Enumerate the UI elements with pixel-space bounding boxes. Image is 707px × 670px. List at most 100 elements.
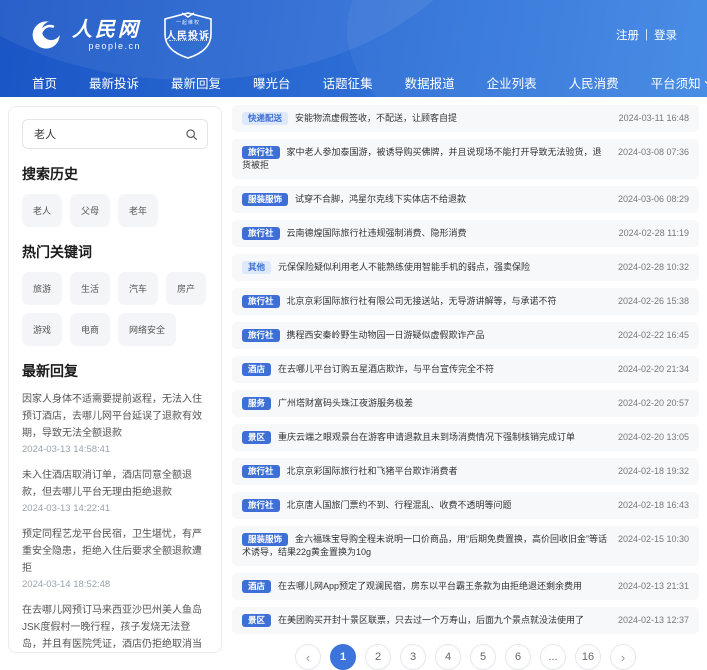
page-button-6[interactable]: 6 [505,644,531,670]
row-date: 2024-02-20 20:57 [617,398,689,408]
row-title: 在去哪儿网App预定了观澜民宿，房东以平台霸王条款为由拒绝退还剩余费用 [278,581,583,591]
page-button-2[interactable]: 2 [365,644,391,670]
row-title: 北京京彩国际旅行社有限公司无接送站，无导游讲解等，与承诺不符 [286,296,557,306]
search-history-tag[interactable]: 父母 [70,194,111,227]
row-date: 2024-03-06 08:29 [617,194,689,204]
nav-item-label: 话题征集 [322,77,373,91]
reply-item[interactable]: 在去哪儿网预订马来西亚沙巴州美人鱼岛JSK度假村一晚行程，孩子发烧无法登岛，并且… [22,602,208,652]
table-row[interactable]: 2024-02-20 21:34 酒店 在去哪儿平台订购五星酒店欺诈，与平台宣传完全… [232,356,699,383]
table-row[interactable]: 2024-02-26 15:38 旅行社 北京京彩国际旅行社有限公司无接送站，无导游… [232,288,699,315]
nav-item-2[interactable]: 最新投诉 [73,73,155,92]
hot-keyword-tag[interactable]: 生活 [70,272,111,305]
logo-title: 人民网 [72,18,141,41]
row-date: 2024-02-20 21:34 [617,364,689,374]
reply-text: 预定同程艺龙平台民宿，卫生堪忧，有严重安全隐患，拒绝入住后要求全额退款遭拒 [22,529,202,574]
page-button-3[interactable]: 3 [400,644,426,670]
people-cn-logo[interactable]: 人民网 people.cn [30,18,141,52]
page-button-1[interactable]: 1 [330,644,356,670]
table-row[interactable]: 2024-02-22 16:45 旅行社 携程西安秦岭野生动物园一日游疑似虚假欺诈产… [232,322,699,349]
reply-date: 2024-03-13 14:58:41 [22,444,111,455]
search-history-tag[interactable]: 老年 [118,194,159,227]
table-row[interactable]: 2024-02-20 13:05 景区 重庆云端之眼观景台在游客申请退款且未到场消费… [232,424,699,451]
row-title: 金六福珠宝导购全程未说明一口价商品，用“后期免费置换，高价回收旧金”等话术诱导，… [242,534,608,557]
nav-item-5[interactable]: 话题征集 [307,73,389,92]
table-row[interactable]: 2024-02-13 21:31 酒店 在去哪儿网App预定了观澜民宿，房东以平台霸… [232,573,699,600]
reply-item[interactable]: 因家人身体不适需要提前返程，无法入住预订酒店，去哪儿网平台延误了退款有效期，导致… [22,391,208,457]
table-row[interactable]: 2024-02-18 19:32 旅行社 北京京彩国际旅行社和飞猪平台欺诈消费者 [232,458,699,485]
page-button-16[interactable]: 16 [575,644,601,670]
hot-keywords-title: 热门关键词 [22,244,92,260]
table-row[interactable]: 2024-03-08 07:36 旅行社 家中老人参加泰国游，被诱导购买佛牌，并且说… [232,139,699,179]
hot-keyword-tag[interactable]: 网络安全 [118,313,177,346]
table-row[interactable]: 2024-03-11 16:48 快递配送 安能物流虚假签收，不配送，让顾客自提 [232,105,699,132]
row-title: 广州塔财富码头珠江夜游服务极差 [278,398,414,408]
row-date: 2024-03-08 07:36 [617,147,689,157]
row-date: 2024-02-28 11:19 [618,228,689,238]
hot-keyword-tag[interactable]: 房产 [166,272,207,305]
table-row[interactable]: 2024-02-18 16:43 旅行社 北京唐人国旅门票约不到、行程混乱、收费不透… [232,492,699,519]
category-badge: 旅行社 [242,227,280,240]
row-title: 试穿不合脚，鸿星尔克线下实体店不给退款 [295,194,467,204]
search-history-tag[interactable]: 老人 [22,194,63,227]
table-row[interactable]: 2024-02-28 11:19 旅行社 云南德煌国际旅行社违规强制消费、隐形消费 [232,220,699,247]
category-badge: 其他 [242,261,272,274]
row-title: 元保保险疑似利用老人不能熟练使用智能手机的弱点，强卖保险 [278,262,531,272]
category-badge: 旅行社 [242,146,280,159]
page-button-5[interactable]: 5 [470,644,496,670]
category-badge: 服务 [242,397,272,410]
search-history-title: 搜索历史 [22,166,78,182]
nav-item-label: 人民消费 [568,77,619,91]
hot-keyword-tag[interactable]: 电商 [70,313,111,346]
nav-item-label: 最新投诉 [89,77,140,91]
main-nav: 首页 最新投诉 最新回复 曝光台 话题征集 数据报道 企业列表 人民消费 平台须知 [0,66,707,97]
row-date: 2024-02-18 19:32 [617,466,689,476]
reply-date: 2024-03-13 14:22:41 [22,503,111,514]
latest-replies-list: 因家人身体不适需要提前返程，无法入住预订酒店，去哪儿网平台延误了退款有效期，导致… [22,391,208,652]
nav-item-7[interactable]: 企业列表 [471,73,553,92]
hot-keyword-tag[interactable]: 旅游 [22,272,63,305]
reply-text: 在去哪儿网预订马来西亚沙巴州美人鱼岛JSK度假村一晚行程，孩子发烧无法登岛，并且… [22,605,202,650]
row-title: 家中老人参加泰国游，被诱导购买佛牌，并且说现场不能打开导致无法验货，退货被拒 [242,147,602,170]
row-title: 重庆云端之眼观景台在游客申请退款且未到场消费情况下强制核销完成订单 [278,432,576,442]
register-link[interactable]: 注册 [616,27,639,43]
login-link[interactable]: 登录 [654,27,677,43]
page-button-4[interactable]: 4 [435,644,461,670]
logo-text: 人民网 people.cn [72,20,141,51]
nav-item-9[interactable]: 平台须知 [635,73,707,92]
reply-item[interactable]: 预定同程艺龙平台民宿，卫生堪忧，有严重安全隐患，拒绝入住后要求全额退款遭拒 202… [22,526,208,592]
table-row[interactable]: 2024-02-15 10:30 服装服饰 金六福珠宝导购全程未说明一口价商品，用“… [232,526,699,566]
nav-item-label: 曝光台 [253,77,291,91]
category-badge: 服装服饰 [242,193,289,206]
nav-item-8[interactable]: 人民消费 [553,73,635,92]
reply-item[interactable]: 未入住酒店取消订单，酒店同意全额退款，但去哪儿平台无理由拒绝退款 2024-03-… [22,467,208,516]
page-next-button[interactable]: › [610,644,636,670]
row-title: 北京京彩国际旅行社和飞猪平台欺诈消费者 [286,466,458,476]
complaint-list: 2024-03-11 16:48 快递配送 安能物流虚假签收，不配送，让顾客自提 20… [232,105,699,670]
nav-item-3[interactable]: 最新回复 [155,73,237,92]
page-prev-button[interactable]: ‹ [295,644,321,670]
category-badge: 旅行社 [242,295,280,308]
row-title: 安能物流虚假签收，不配送，让顾客自提 [295,113,458,123]
row-date: 2024-02-22 16:45 [617,330,689,340]
hot-keyword-tag[interactable]: 汽车 [118,272,159,305]
search-input[interactable] [32,127,185,141]
row-date: 2024-03-11 16:48 [618,113,689,123]
hot-keyword-tag[interactable]: 游戏 [22,313,63,346]
table-row[interactable]: 2024-03-06 08:29 服装服饰 试穿不合脚，鸿星尔克线下实体店不给退款 [232,186,699,213]
auth-links: 注册 | 登录 [616,27,677,43]
nav-item-6[interactable]: 数据报道 [389,73,471,92]
nav-item-4[interactable]: 曝光台 [237,73,307,92]
auth-divider: | [645,29,648,41]
hot-keyword-tags: 旅游 生活 汽车 房产游戏 电商 网络安全 [22,272,208,346]
nav-item-label: 平台须知 [650,77,701,91]
table-row[interactable]: 2024-02-20 20:57 服务 广州塔财富码头珠江夜游服务极差 [232,390,699,417]
row-date: 2024-02-20 13:05 [617,432,689,442]
table-row[interactable]: 2024-02-28 10:32 其他 元保保险疑似利用老人不能熟练使用智能手机的弱… [232,254,699,281]
reply-date: 2024-03-14 18:52:48 [22,579,111,590]
search-icon[interactable] [185,128,198,141]
category-badge: 景区 [242,614,272,627]
nav-item-1[interactable]: 首页 [16,73,73,92]
sidebar: 搜索历史 老人父母老年 热门关键词 旅游生活汽车房产游戏电商网络安全 最新回复 … [8,106,222,653]
pagination: ‹ 1 2 3 4 5 6... 16 › [232,644,699,670]
table-row[interactable]: 2024-02-13 12:37 景区 在美团购买开封十景区联票，只去过一个万寿山，… [232,607,699,634]
